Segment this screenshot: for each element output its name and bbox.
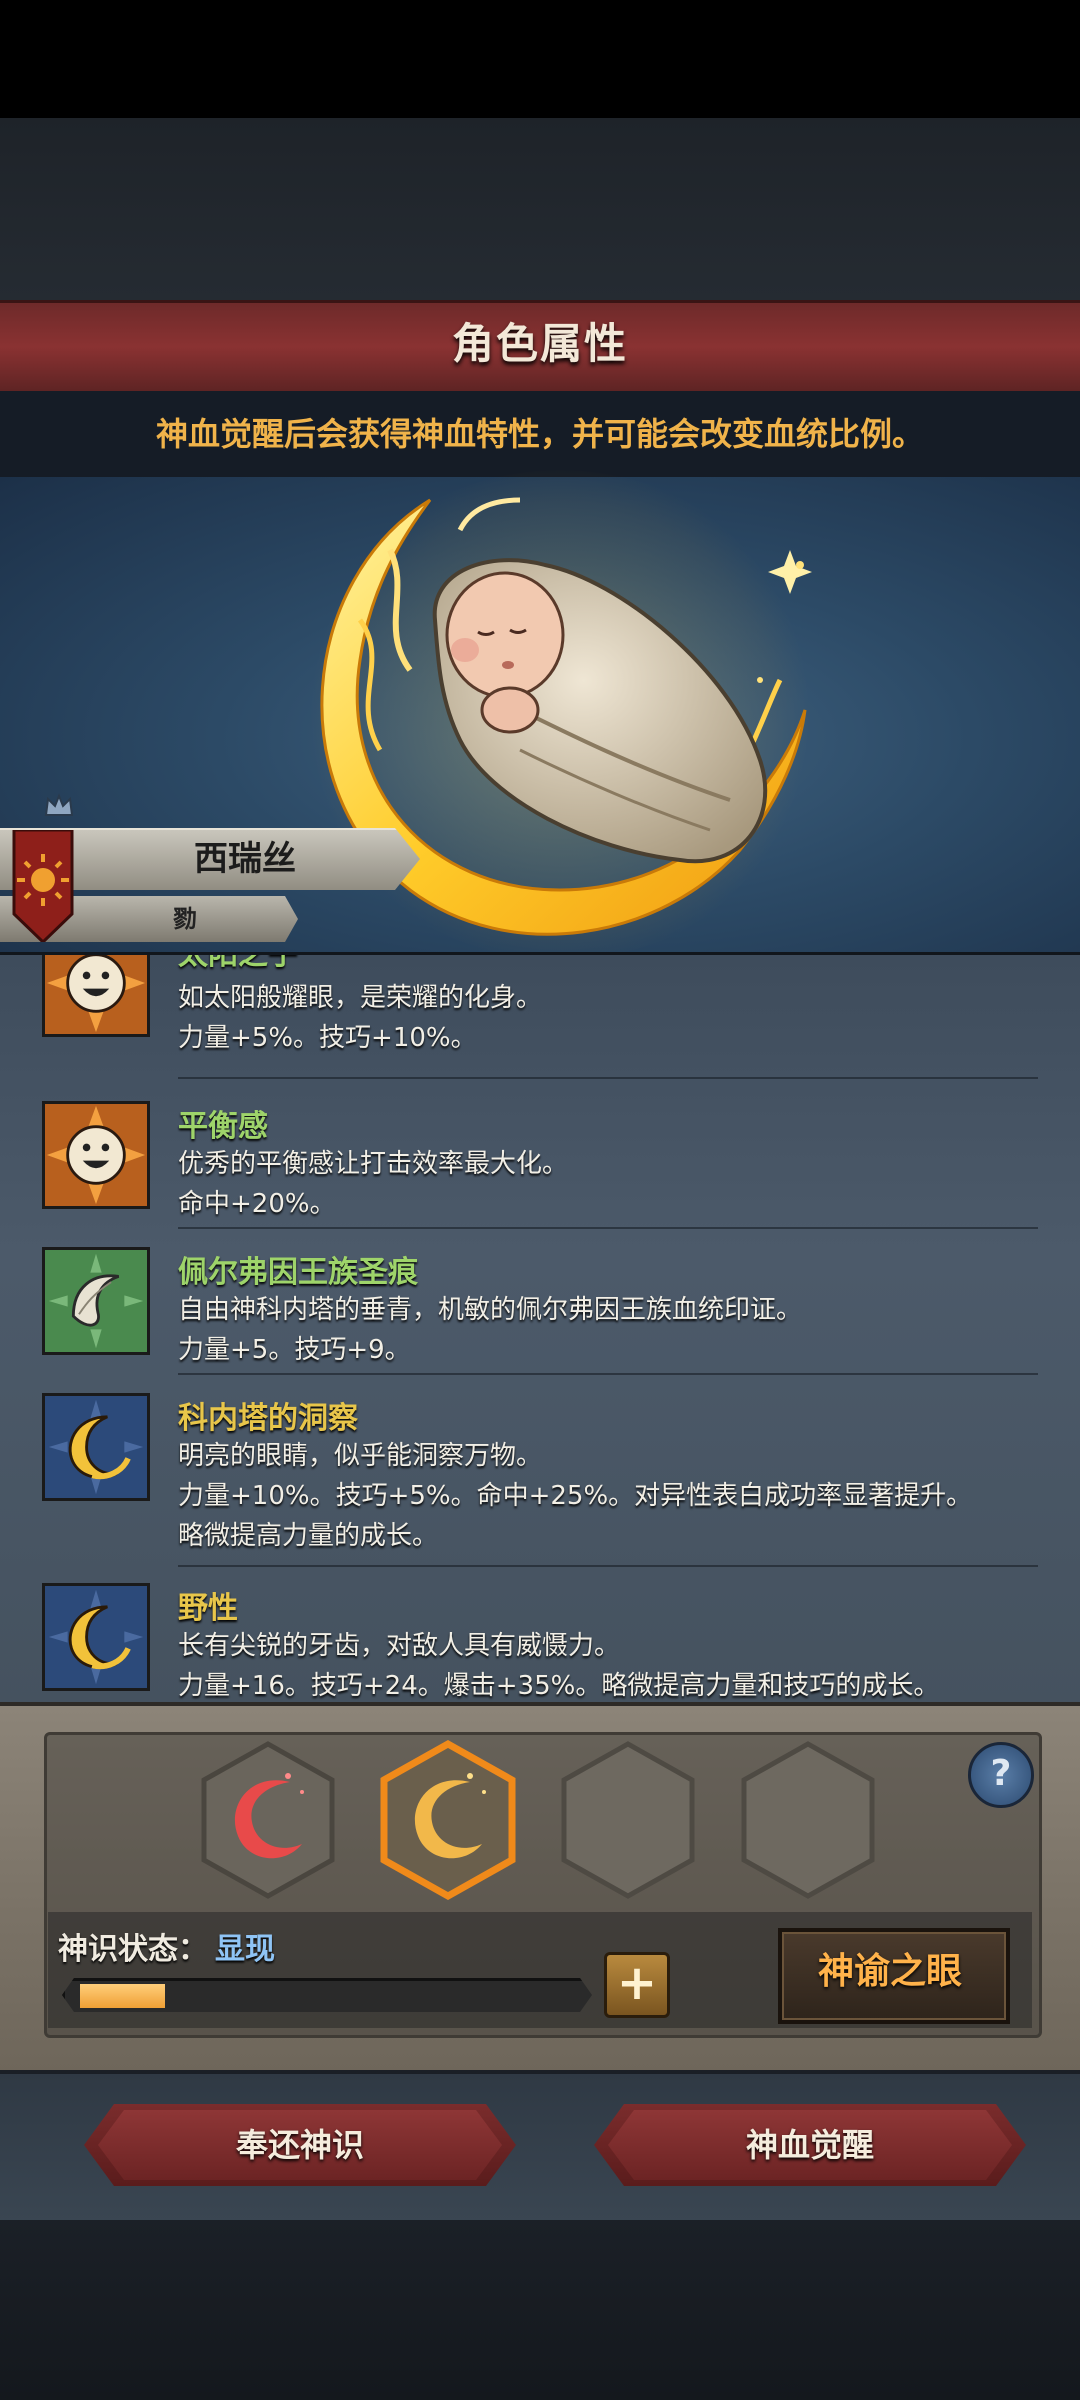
progress-fill [80, 1984, 165, 2008]
top-backdrop [0, 118, 1080, 300]
smiling-sun-icon [42, 955, 150, 1037]
trait-description: 如太阳般耀眼，是荣耀的化身。 [178, 983, 543, 1013]
trait-growth: 略微提高力量的成长。 [178, 1521, 439, 1551]
golden-crescent-icon [42, 1393, 150, 1501]
status-value: 显现 [215, 1932, 275, 1967]
status-bar-area [0, 0, 1080, 118]
subtitle-text: 神血觉醒后会获得神血特性，并可能会改变血统比例。 [155, 415, 924, 453]
oracle-eye-label[interactable]: 神谕之眼 [778, 1928, 1002, 2016]
page-title: 角色属性 [451, 319, 628, 368]
divider [178, 1373, 1038, 1375]
trait-name: 太阳之子 [178, 952, 298, 972]
trait-name: 科内塔的洞察 [178, 1401, 358, 1436]
divider [178, 1565, 1038, 1567]
add-button[interactable]: + [604, 1952, 670, 2018]
return-divine-sense-label[interactable]: 奉还神识 [84, 2104, 516, 2186]
slot-gold-crescent-selected[interactable] [378, 1740, 518, 1900]
trait-description: 长有尖锐的牙齿，对敌人具有威慑力。 [178, 1631, 621, 1661]
traits-list[interactable]: 太阳之子 如太阳般耀眼，是荣耀的化身。 力量+5%。技巧+10%。 平衡感 优秀… [0, 952, 1080, 1705]
trait-name: 佩尔弗因王族圣痕 [178, 1255, 418, 1290]
blood-awaken-label[interactable]: 神血觉醒 [594, 2104, 1026, 2186]
divider [178, 1077, 1038, 1079]
character-rank: 勠 [173, 905, 197, 933]
trait-name: 平衡感 [178, 1109, 268, 1144]
trait-effects: 力量+5。技巧+9。 [178, 1335, 411, 1365]
trait-effects: 力量+16。技巧+24。爆击+35%。略微提高力量和技巧的成长。 [178, 1671, 940, 1701]
trait-effects: 力量+5%。技巧+10%。 [178, 1023, 477, 1053]
slot-empty[interactable] [738, 1740, 878, 1900]
white-feather-icon [42, 1247, 150, 1355]
trait-description: 自由神科内塔的垂青，机敏的佩尔弗因王族血统印证。 [178, 1295, 803, 1325]
character-name: 西瑞丝 [194, 839, 296, 879]
trait-description: 明亮的眼睛，似乎能洞察万物。 [178, 1441, 543, 1471]
trait-effects: 命中+20%。 [178, 1189, 336, 1219]
divider [178, 1227, 1038, 1229]
trait-effects: 力量+10%。技巧+5%。命中+25%。对异性表白成功率显著提升。 [178, 1481, 973, 1511]
bottom-backdrop [0, 2220, 1080, 2400]
crown-icon [44, 793, 74, 816]
family-crest-banner-icon [12, 830, 74, 942]
slot-empty[interactable] [558, 1740, 698, 1900]
golden-crescent-icon [42, 1583, 150, 1691]
trait-description: 优秀的平衡感让打击效率最大化。 [178, 1149, 569, 1179]
slot-red-crescent[interactable] [198, 1740, 338, 1900]
status-label: 神识状态： [58, 1932, 208, 1967]
smiling-sun-icon [42, 1101, 150, 1209]
help-icon[interactable]: ? [968, 1742, 1034, 1808]
trait-name: 野性 [178, 1591, 238, 1626]
